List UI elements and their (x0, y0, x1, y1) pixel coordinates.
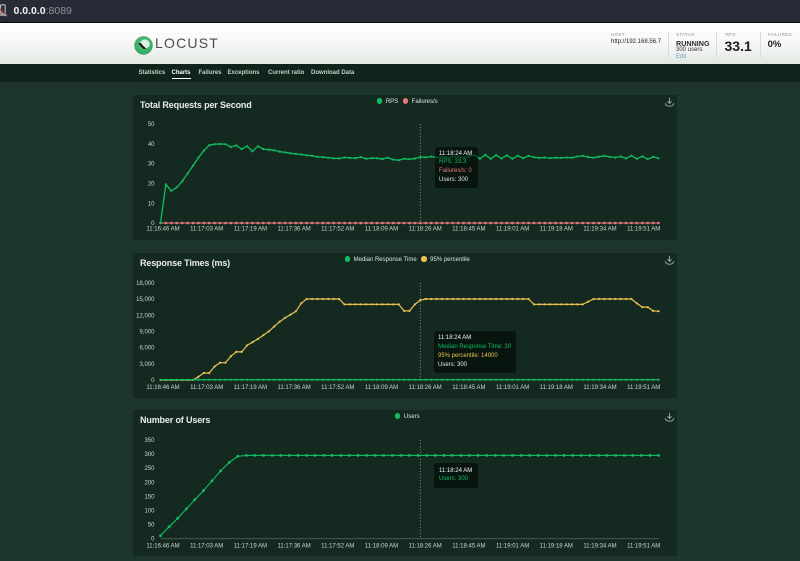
svg-text:0: 0 (151, 378, 155, 384)
svg-text:11:19:18 AM: 11:19:18 AM (540, 385, 573, 391)
svg-text:11:17:19 AM: 11:17:19 AM (234, 227, 267, 233)
svg-text:12,000: 12,000 (136, 313, 155, 319)
svg-text:11:18:45 AM: 11:18:45 AM (452, 544, 485, 550)
svg-text:11:19:01 AM: 11:19:01 AM (496, 227, 529, 233)
svg-text:11:18:09 AM: 11:18:09 AM (365, 544, 398, 550)
svg-text:11:18:45 AM: 11:18:45 AM (452, 385, 485, 391)
svg-text:11:17:19 AM: 11:17:19 AM (234, 385, 267, 391)
svg-text:150: 150 (144, 494, 155, 500)
svg-text:15,000: 15,000 (136, 297, 155, 303)
svg-text:11:19:34 AM: 11:19:34 AM (583, 385, 616, 391)
svg-text:200: 200 (144, 480, 155, 486)
svg-text:11:18:26 AM: 11:18:26 AM (409, 385, 442, 391)
svg-text:11:19:01 AM: 11:19:01 AM (496, 544, 529, 550)
svg-text:11:17:36 AM: 11:17:36 AM (277, 227, 310, 233)
svg-text:30: 30 (148, 162, 155, 168)
svg-text:11:18:26 AM: 11:18:26 AM (409, 544, 442, 550)
svg-text:11:18:45 AM: 11:18:45 AM (452, 227, 485, 233)
svg-text:11:19:34 AM: 11:19:34 AM (583, 544, 616, 550)
svg-text:11:19:34 AM: 11:19:34 AM (583, 227, 616, 233)
svg-text:300: 300 (144, 452, 155, 458)
svg-text:11:17:19 AM: 11:17:19 AM (234, 544, 267, 550)
svg-text:50: 50 (148, 122, 155, 128)
svg-text:350: 350 (144, 438, 155, 444)
svg-text:9,000: 9,000 (139, 330, 155, 336)
svg-text:11:17:52 AM: 11:17:52 AM (321, 385, 354, 391)
svg-text:20: 20 (148, 182, 155, 188)
svg-text:11:18:26 AM: 11:18:26 AM (409, 227, 442, 233)
svg-text:11:17:36 AM: 11:17:36 AM (277, 544, 310, 550)
svg-text:11:16:46 AM: 11:16:46 AM (146, 227, 179, 233)
svg-text:11:17:03 AM: 11:17:03 AM (190, 544, 223, 550)
svg-text:10: 10 (148, 201, 155, 207)
svg-text:11:19:18 AM: 11:19:18 AM (540, 544, 573, 550)
svg-text:11:19:51 AM: 11:19:51 AM (627, 385, 660, 391)
svg-text:50: 50 (148, 523, 155, 529)
svg-text:3,000: 3,000 (139, 362, 155, 368)
svg-text:11:17:52 AM: 11:17:52 AM (321, 544, 354, 550)
svg-text:11:19:51 AM: 11:19:51 AM (627, 544, 660, 550)
svg-text:0: 0 (151, 537, 155, 543)
svg-text:18,000: 18,000 (136, 281, 155, 287)
svg-text:11:17:03 AM: 11:17:03 AM (190, 385, 223, 391)
svg-text:11:18:09 AM: 11:18:09 AM (365, 227, 398, 233)
svg-text:11:16:46 AM: 11:16:46 AM (146, 544, 179, 550)
svg-text:11:19:01 AM: 11:19:01 AM (496, 385, 529, 391)
svg-text:250: 250 (144, 466, 155, 472)
svg-text:40: 40 (148, 142, 155, 148)
svg-text:11:17:52 AM: 11:17:52 AM (321, 227, 354, 233)
svg-text:11:18:09 AM: 11:18:09 AM (365, 385, 398, 391)
svg-text:11:17:36 AM: 11:17:36 AM (277, 385, 310, 391)
svg-text:11:19:51 AM: 11:19:51 AM (627, 227, 660, 233)
svg-text:6,000: 6,000 (139, 346, 155, 352)
svg-text:100: 100 (144, 509, 155, 515)
svg-text:11:17:03 AM: 11:17:03 AM (190, 227, 223, 233)
svg-text:11:19:18 AM: 11:19:18 AM (540, 227, 573, 233)
svg-text:11:16:46 AM: 11:16:46 AM (146, 385, 179, 391)
